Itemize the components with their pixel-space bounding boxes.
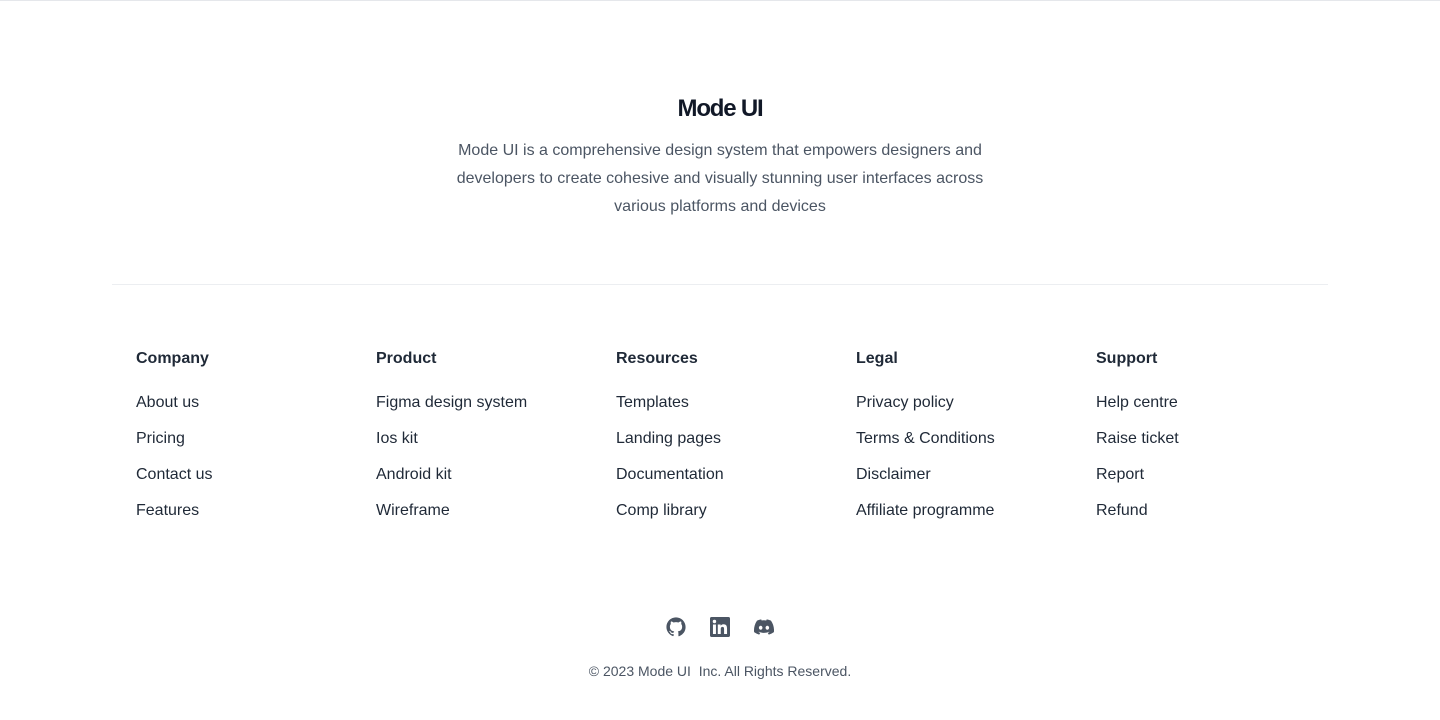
link-disclaimer[interactable]: Disclaimer xyxy=(856,465,931,485)
discord-icon[interactable] xyxy=(752,615,776,639)
link-list: Figma design system Ios kit Android kit … xyxy=(376,393,616,537)
link-list: About us Pricing Contact us Features xyxy=(136,393,376,537)
footer-column-legal: Legal Privacy policy Terms & Conditions … xyxy=(856,349,1096,537)
link-privacy-policy[interactable]: Privacy policy xyxy=(856,393,954,413)
link-templates[interactable]: Templates xyxy=(616,393,689,413)
link-pricing[interactable]: Pricing xyxy=(136,429,185,449)
link-terms-conditions[interactable]: Terms & Conditions xyxy=(856,429,995,449)
link-comp-library[interactable]: Comp library xyxy=(616,501,707,521)
link-android-kit[interactable]: Android kit xyxy=(376,465,452,485)
footer-divider xyxy=(112,284,1328,285)
footer-link-columns: Company About us Pricing Contact us Feat… xyxy=(136,349,1336,537)
link-ios-kit[interactable]: Ios kit xyxy=(376,429,418,449)
brand-block: Mode UI Mode UI is a comprehensive desig… xyxy=(0,95,1440,221)
column-heading: Resources xyxy=(616,350,698,367)
footer-page: Mode UI Mode UI is a comprehensive desig… xyxy=(0,0,1440,720)
footer-column-support: Support Help centre Raise ticket Report … xyxy=(1096,349,1336,537)
link-wireframe[interactable]: Wireframe xyxy=(376,501,450,521)
footer-column-product: Product Figma design system Ios kit Andr… xyxy=(376,349,616,537)
link-affiliate-programme[interactable]: Affiliate programme xyxy=(856,501,994,521)
column-heading: Product xyxy=(376,350,437,367)
github-icon[interactable] xyxy=(664,615,688,639)
link-features[interactable]: Features xyxy=(136,501,199,521)
link-landing-pages[interactable]: Landing pages xyxy=(616,429,721,449)
copyright-text: © 2023 Mode UI Inc. All Rights Reserved. xyxy=(588,663,852,679)
social-links xyxy=(0,615,1440,639)
link-documentation[interactable]: Documentation xyxy=(616,465,724,485)
brand-logo[interactable]: Mode UI xyxy=(678,95,764,123)
link-list: Help centre Raise ticket Report Refund xyxy=(1096,393,1336,537)
column-heading: Support xyxy=(1096,350,1158,367)
linkedin-icon[interactable] xyxy=(708,615,732,639)
link-list: Templates Landing pages Documentation Co… xyxy=(616,393,856,537)
column-heading: Company xyxy=(136,350,209,367)
footer-column-resources: Resources Templates Landing pages Docume… xyxy=(616,349,856,537)
footer-column-company: Company About us Pricing Contact us Feat… xyxy=(136,349,376,537)
link-about-us[interactable]: About us xyxy=(136,393,199,413)
link-report[interactable]: Report xyxy=(1096,465,1144,485)
link-help-centre[interactable]: Help centre xyxy=(1096,393,1178,413)
link-raise-ticket[interactable]: Raise ticket xyxy=(1096,429,1179,449)
link-list: Privacy policy Terms & Conditions Discla… xyxy=(856,393,1096,537)
brand-tagline: Mode UI is a comprehensive design system… xyxy=(456,142,984,215)
column-heading: Legal xyxy=(856,350,898,367)
link-contact-us[interactable]: Contact us xyxy=(136,465,212,485)
link-figma-design-system[interactable]: Figma design system xyxy=(376,393,527,413)
link-refund[interactable]: Refund xyxy=(1096,501,1148,521)
